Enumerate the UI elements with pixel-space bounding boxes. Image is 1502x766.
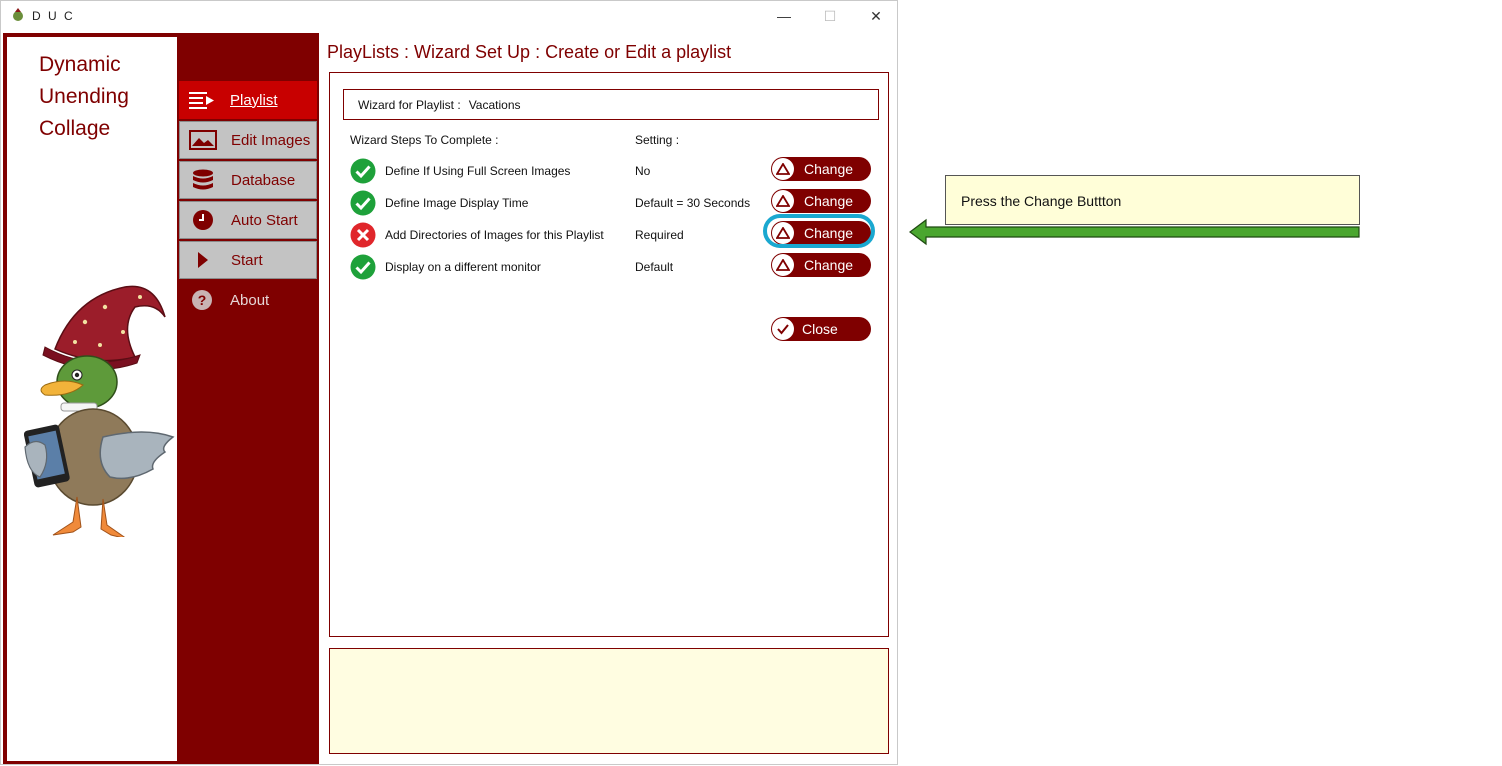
close-icon: ✕ (870, 7, 882, 24)
triangle-icon (772, 158, 794, 180)
page-title: PlayLists : Wizard Set Up : Create or Ed… (327, 42, 732, 62)
playlist-name-field[interactable]: Wizard for Playlist : Vacations (343, 89, 879, 120)
wizard-step-row: Add Directories of Images for this Playl… (350, 214, 880, 251)
app-window: D U C — ☐ ✕ Dynamic Unending Collage Pla… (0, 0, 898, 765)
sidebar-item-label: Auto Start (231, 211, 298, 229)
sidebar-item-label: Start (231, 251, 263, 269)
sidebar-item-about[interactable]: ? About (179, 281, 317, 319)
sidebar-item-edit-images[interactable]: Edit Images (179, 121, 317, 159)
check-icon (350, 254, 376, 280)
step-setting: Required (635, 228, 684, 242)
logo-line-2: Unending (39, 85, 129, 108)
check-icon (350, 158, 376, 184)
playlist-icon (188, 89, 216, 111)
change-button-highlighted[interactable]: Change (763, 214, 875, 248)
svg-text:?: ? (198, 292, 207, 308)
steps-header: Wizard Steps To Complete : (350, 133, 499, 147)
close-button[interactable]: Close (771, 317, 871, 341)
close-button-label: Close (802, 321, 838, 337)
wizard-step-row: Display on a different monitor Default C… (350, 251, 880, 283)
step-setting: No (635, 164, 651, 178)
database-icon (189, 169, 217, 191)
pointer-arrow-icon (909, 218, 1360, 246)
main-content: PlayLists : Wizard Set Up : Create or Ed… (319, 33, 897, 764)
change-button-label: Change (804, 257, 854, 273)
callout-text: Press the Change Buttton (961, 193, 1122, 209)
sidebar-item-label: About (230, 291, 270, 309)
logo-line-1: Dynamic (39, 53, 121, 76)
setting-header: Setting : (635, 133, 680, 147)
image-icon (189, 129, 217, 151)
sidebar-item-auto-start[interactable]: Auto Start (179, 201, 317, 239)
maximize-icon: ☐ (823, 7, 837, 24)
checkmark-icon (772, 318, 794, 340)
step-label: Display on a different monitor (385, 260, 541, 274)
change-button[interactable]: Change (771, 189, 871, 213)
playlist-name-value: Vacations (468, 98, 521, 112)
sidebar-item-label: Database (231, 171, 296, 189)
close-window-button[interactable]: ✕ (853, 1, 899, 31)
maximize-button[interactable]: ☐ (807, 1, 853, 31)
app-logo-text: Dynamic Unending Collage (39, 49, 169, 145)
error-x-icon (350, 222, 376, 248)
step-setting: Default (635, 260, 674, 274)
playlist-name-label: Wizard for Playlist : (358, 98, 461, 112)
window-title: D U C (32, 9, 75, 23)
play-icon (189, 249, 217, 271)
clock-icon (189, 209, 217, 231)
change-button-label: Change (804, 193, 854, 209)
logo-line-3: Collage (39, 117, 111, 140)
check-icon (350, 190, 376, 216)
change-button[interactable]: Change (771, 157, 871, 181)
wizard-duck-mascot (23, 285, 175, 537)
sidebar-item-playlist[interactable]: Playlist (179, 81, 317, 119)
sidebar-item-database[interactable]: Database (179, 161, 317, 199)
sidebar-item-label: Edit Images (231, 131, 311, 149)
step-setting: Default = 30 Seconds (635, 196, 751, 210)
minimize-button[interactable]: — (761, 1, 807, 31)
step-label: Add Directories of Images for this Playl… (385, 228, 604, 242)
sidebar-item-label: Playlist (230, 91, 278, 109)
change-button-label: Change (804, 161, 854, 177)
step-label: Define Image Display Time (385, 196, 529, 210)
app-icon (13, 8, 23, 21)
sidebar-item-start[interactable]: Start (179, 241, 317, 279)
triangle-icon (772, 190, 794, 212)
message-area (329, 648, 889, 754)
minimize-icon: — (777, 8, 791, 24)
wizard-step-row: Define If Using Full Screen Images No Ch… (350, 155, 880, 187)
step-label: Define If Using Full Screen Images (385, 164, 571, 178)
logo-panel: Dynamic Unending Collage (7, 37, 177, 761)
help-icon: ? (188, 289, 216, 311)
highlight-ring (763, 214, 875, 248)
triangle-icon (772, 254, 794, 276)
change-button[interactable]: Change (771, 253, 871, 277)
client-area: Dynamic Unending Collage Playlist Edit I… (3, 33, 897, 764)
wizard-panel: Wizard for Playlist : Vacations Wizard St… (329, 72, 889, 637)
title-bar[interactable]: D U C — ☐ ✕ (1, 1, 897, 31)
sidebar-nav: Playlist Edit Images Database Auto Start (179, 81, 317, 321)
